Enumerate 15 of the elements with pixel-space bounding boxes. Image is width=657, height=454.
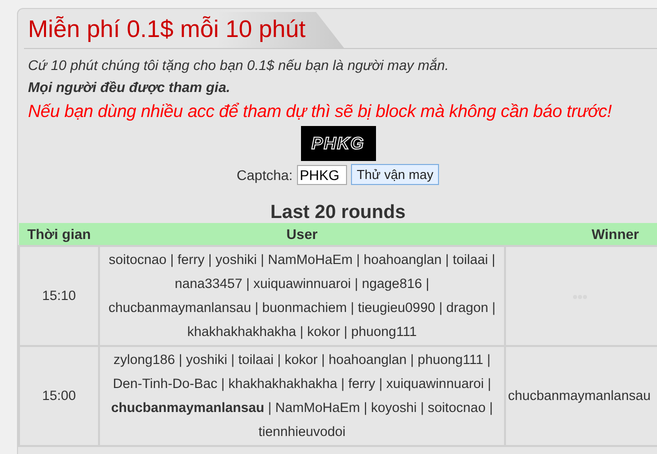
users-cell: zylong186 | yoshiki | toilaai | kokor | hoahoanglan | phuong111 | Den-Tinh-Do-Bac | khakhakhakhakha | ferry | xuiquawinnuaroi | chucbanmaymanlansau | NamMoHaEm | koyoshi | soitocnao | tiennhieuvodoi: [99, 346, 505, 446]
time-cell: 15:00: [19, 346, 99, 446]
rounds-title: Last 20 rounds: [269, 203, 407, 223]
column-header: Winner: [505, 223, 657, 246]
column-header: Thời gian: [19, 223, 99, 246]
captcha-image: PHKG: [300, 126, 376, 161]
captcha-label: Captcha:: [236, 166, 293, 182]
page-title: Miễn phí 0.1$ mỗi 10 phút: [27, 15, 306, 45]
time-cell: 15:10: [19, 246, 99, 346]
try-luck-button[interactable]: Thử vận may: [350, 164, 440, 185]
captcha-field[interactable]: PHKG: [296, 164, 347, 184]
warning-text: Nếu bạn dùng nhiều acc để tham dự thì sẽ bị block mà không cần báo trước!: [28, 101, 613, 122]
column-header: User: [99, 223, 505, 246]
note-text: Mọi người đều được tham gia.: [28, 79, 232, 97]
intro-text: Cứ 10 phút chúng tôi tặng cho bạn 0.1$ nếu bạn là người may mắn.: [28, 57, 450, 75]
